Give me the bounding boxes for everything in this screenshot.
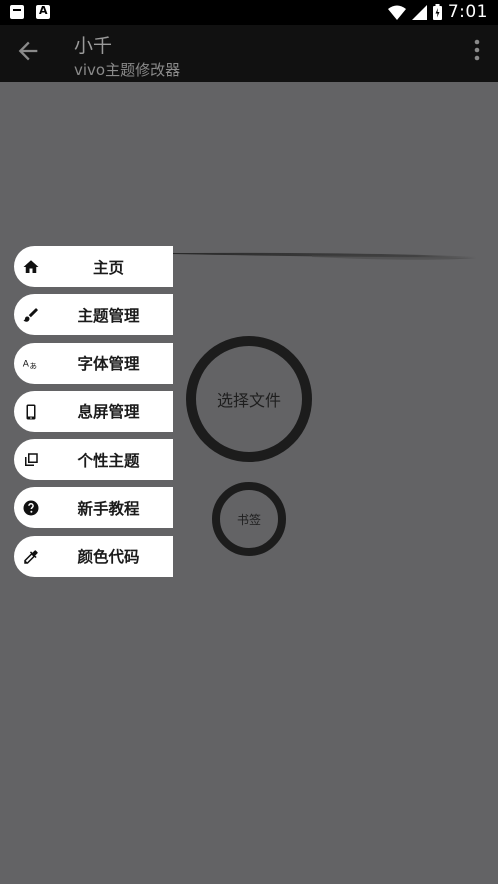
menu-item-label: 主页 [92, 258, 124, 277]
app-bar: 小千 vivo主题修改器 [0, 25, 498, 82]
battery-icon [432, 4, 442, 20]
bookmark-button[interactable]: 书签 [212, 482, 286, 556]
menu-item-theme-management[interactable]: 主题管理 [14, 294, 173, 336]
a-app-icon [36, 4, 50, 19]
menu-item-label: 新手教程 [77, 499, 140, 518]
more-vert-icon[interactable] [474, 39, 480, 61]
menu-item-color-code[interactable]: 颜色代码 [14, 535, 173, 577]
decorative-divider [172, 252, 476, 260]
menu-item-label: 个性主题 [77, 451, 140, 470]
bookmark-label: 书签 [236, 512, 261, 527]
status-bar: 7:01 [0, 0, 498, 25]
status-time: 7:01 [447, 2, 488, 22]
arrow-back-icon[interactable] [14, 37, 42, 65]
menu-item-personal-theme[interactable]: 个性主题 [14, 439, 173, 481]
menu-item-label: 息屏管理 [77, 403, 140, 422]
app-subtitle: vivo主题修改器 [74, 61, 181, 79]
wifi-icon [387, 5, 406, 20]
menu-item-screen-off-management[interactable]: 息屏管理 [14, 390, 173, 432]
status-notification-icons [10, 4, 50, 19]
side-menu: 主页 主题管理 Aあ 字体管理 息屏管理 个性主题 新手教程 颜色代码 [14, 246, 173, 584]
menu-item-label: 颜色代码 [77, 548, 140, 567]
menu-item-home[interactable]: 主页 [14, 246, 173, 287]
menu-item-label: 字体管理 [77, 355, 140, 374]
message-icon [10, 5, 24, 19]
menu-item-font-management[interactable]: Aあ 字体管理 [14, 342, 173, 384]
select-file-button[interactable]: 选择文件 [186, 336, 312, 462]
select-file-label: 选择文件 [216, 391, 281, 410]
status-system-icons: 7:01 [387, 2, 488, 22]
app-title: 小千 [74, 35, 113, 57]
menu-item-tutorial[interactable]: 新手教程 [14, 487, 173, 529]
signal-icon [411, 4, 427, 20]
menu-item-label: 主题管理 [77, 306, 140, 325]
